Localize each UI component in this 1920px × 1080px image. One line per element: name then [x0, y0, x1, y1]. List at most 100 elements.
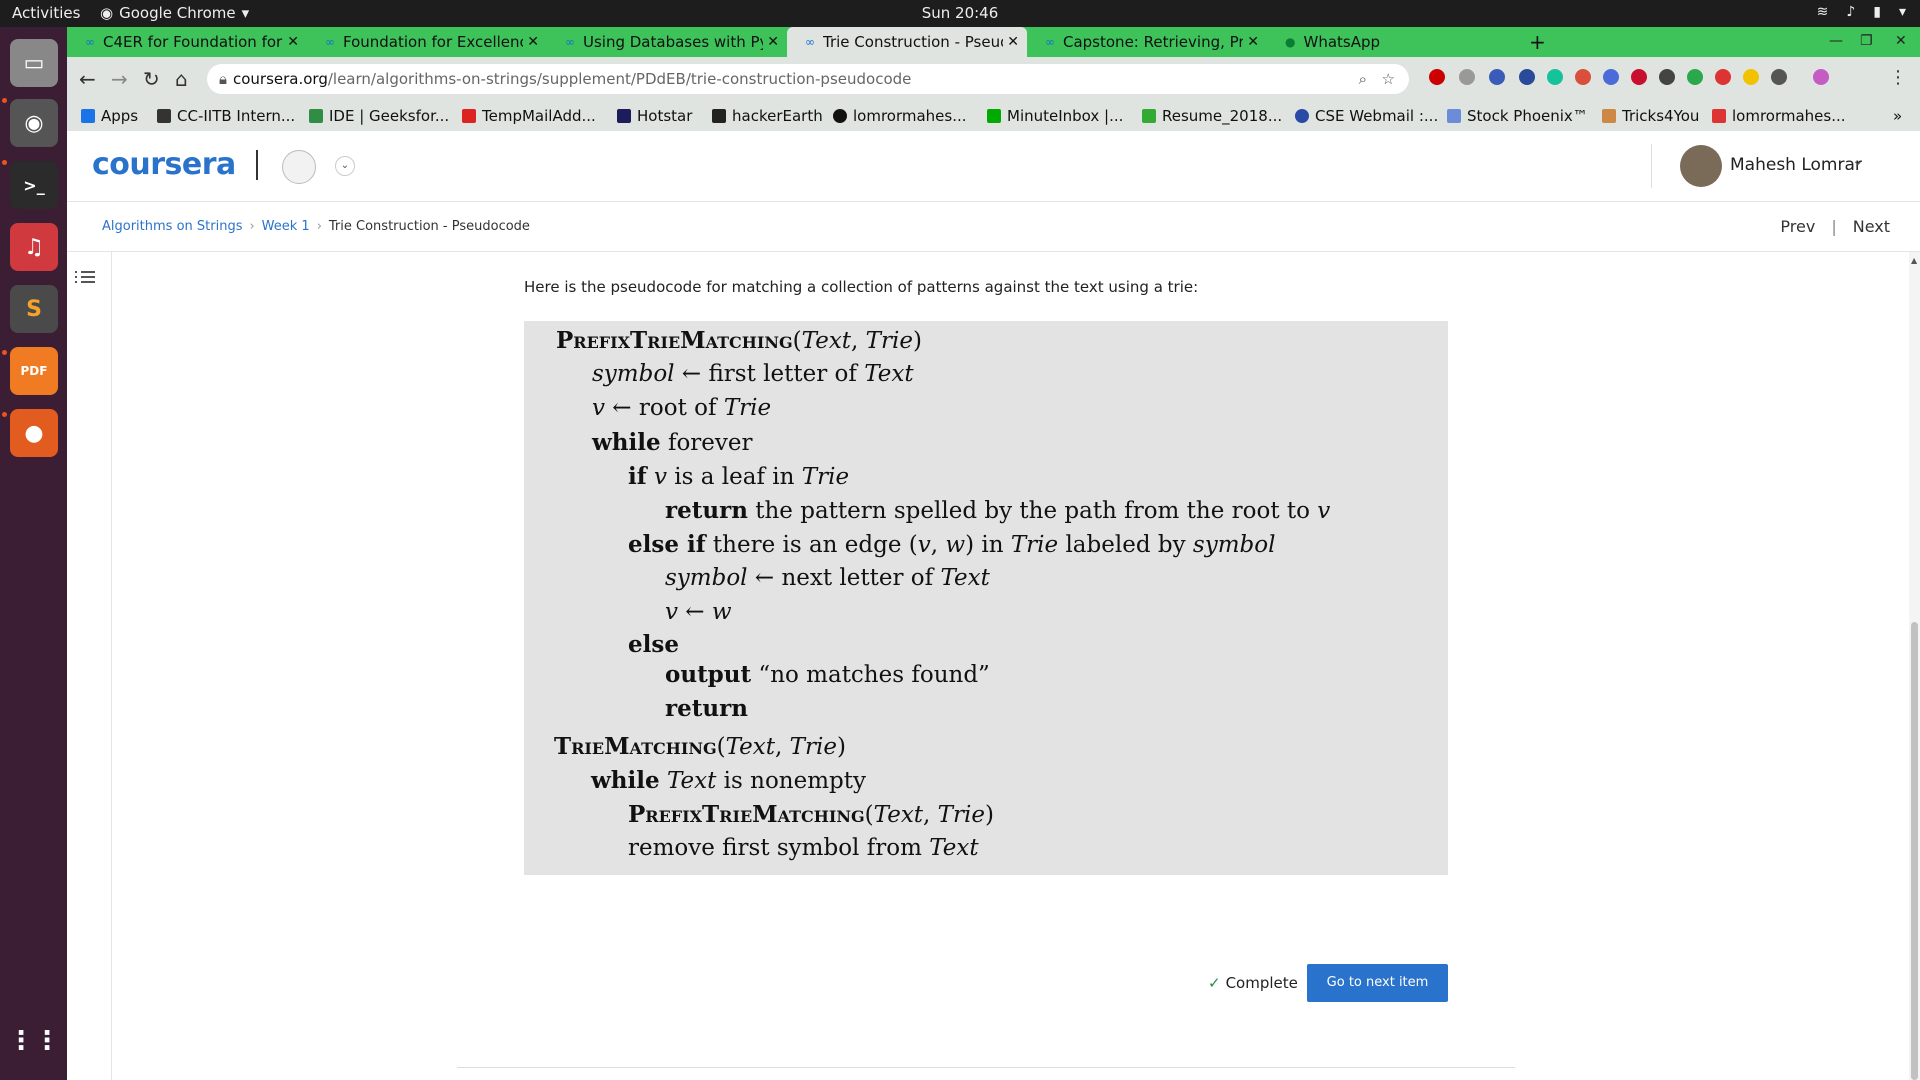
chrome-icon[interactable]: ◉: [10, 99, 58, 147]
extension-icon[interactable]: [1631, 69, 1647, 85]
extension-icon[interactable]: [1547, 69, 1563, 85]
scrollbar[interactable]: ▲: [1909, 252, 1920, 1080]
extension-icon[interactable]: [1659, 69, 1675, 85]
pdf-viewer-icon[interactable]: PDF: [10, 347, 58, 395]
bookmark-label: TempMailAdd...: [482, 107, 596, 125]
bookmark-item[interactable]: MinuteInbox |...: [987, 107, 1123, 125]
scrollbar-thumb[interactable]: [1911, 622, 1918, 1080]
extension-icon[interactable]: [1519, 69, 1535, 85]
menu-kebab-icon[interactable]: ⋮: [1889, 67, 1907, 88]
sublime-text-icon[interactable]: S: [10, 285, 58, 333]
group-icon[interactable]: [282, 150, 316, 184]
bookmark-label: lomrormahes...: [853, 107, 967, 125]
intro-paragraph: Here is the pseudocode for matching a co…: [524, 278, 1199, 296]
new-tab-button[interactable]: +: [1517, 27, 1557, 57]
bookmark-item[interactable]: Stock Phoenix™: [1447, 107, 1588, 125]
restore-icon[interactable]: ❐: [1860, 33, 1873, 49]
tab-trie-construction[interactable]: ∞ Trie Construction - Pseudo ✕: [787, 27, 1027, 57]
address-bar[interactable]: 🔒︎ coursera.org/learn/algorithms-on-strin…: [207, 64, 1409, 94]
bookmark-item[interactable]: Resume_2018...: [1142, 107, 1282, 125]
tab-capstone[interactable]: ∞ Capstone: Retrieving, Pro ✕: [1027, 27, 1267, 57]
user-name[interactable]: Mahesh Lomrar: [1730, 155, 1862, 175]
bookmark-item[interactable]: Hotstar: [617, 107, 692, 125]
bookmark-label: MinuteInbox |...: [1007, 107, 1124, 125]
next-link[interactable]: Next: [1853, 217, 1890, 236]
extension-icon[interactable]: [1575, 69, 1591, 85]
extension-icon[interactable]: [1715, 69, 1731, 85]
zoom-icon[interactable]: ⌕: [1359, 64, 1367, 94]
avatar[interactable]: [1680, 145, 1722, 187]
tab-foundation[interactable]: ∞ Foundation for Excellenc ✕: [307, 27, 547, 57]
pseudocode-image: PrefixTrieMatching(Text, Trie) symbol ← …: [524, 321, 1448, 875]
wifi-icon: ≋: [1816, 4, 1829, 20]
extension-icon[interactable]: [1771, 69, 1787, 85]
extension-icon[interactable]: [1429, 69, 1445, 85]
bookmark-item[interactable]: lomrormahes...: [833, 107, 967, 125]
bookmarks-overflow-icon[interactable]: »: [1893, 107, 1902, 125]
toolbar: ← → ↻ ⌂ 🔒︎ coursera.org/learn/algorithms-…: [67, 57, 1920, 101]
system-tray[interactable]: ≋ ♪ ▮ ▾: [1817, 4, 1906, 20]
divider: [67, 251, 1920, 252]
bookmark-label: Resume_2018...: [1162, 107, 1283, 125]
page-content: coursera ⌄ Mahesh Lomrar ⌄ Algorithms on…: [67, 131, 1920, 1080]
back-icon[interactable]: ←: [79, 67, 96, 91]
breadcrumb-course[interactable]: Algorithms on Strings: [102, 219, 242, 234]
divider: [256, 150, 258, 180]
scroll-up-icon[interactable]: ▲: [1911, 256, 1917, 265]
close-icon[interactable]: ✕: [1247, 34, 1259, 50]
home-icon[interactable]: ⌂: [175, 67, 188, 91]
coursera-favicon-icon: ∞: [1045, 35, 1055, 49]
terminal-icon[interactable]: >_: [10, 161, 58, 209]
bookmark-label: IDE | Geeksfor...: [329, 107, 450, 125]
extension-icon[interactable]: [1743, 69, 1759, 85]
bookmark-favicon-icon: [157, 109, 171, 123]
bookmark-label: hackerEarth: [732, 107, 823, 125]
bookmark-item[interactable]: Tricks4You: [1602, 107, 1699, 125]
files-icon[interactable]: ▭: [10, 39, 58, 87]
breadcrumb-week[interactable]: Week 1: [262, 219, 310, 234]
music-player-icon[interactable]: ♫: [10, 223, 58, 271]
minimize-icon[interactable]: —: [1829, 33, 1843, 49]
tab-databases[interactable]: ∞ Using Databases with Pyt ✕: [547, 27, 787, 57]
close-icon[interactable]: ✕: [767, 34, 779, 50]
reload-icon[interactable]: ↻: [143, 67, 160, 91]
profile-avatar[interactable]: [1813, 69, 1829, 85]
bookmark-item[interactable]: TempMailAdd...: [462, 107, 596, 125]
close-icon[interactable]: ✕: [527, 34, 539, 50]
prev-link[interactable]: Prev: [1780, 217, 1815, 236]
bookmark-favicon-icon: [1142, 109, 1156, 123]
extension-icon[interactable]: [1489, 69, 1505, 85]
extension-icon[interactable]: [1687, 69, 1703, 85]
bookmark-apps[interactable]: Apps: [81, 107, 138, 125]
close-icon[interactable]: ✕: [1007, 34, 1019, 50]
check-icon: ✓: [1208, 974, 1221, 992]
bookmark-item[interactable]: lomrormahes...: [1712, 107, 1846, 125]
bookmark-item[interactable]: IDE | Geeksfor...: [309, 107, 449, 125]
outline-list-icon[interactable]: [75, 268, 95, 286]
complete-status: ✓ Complete: [1208, 974, 1298, 992]
close-icon[interactable]: ✕: [287, 34, 299, 50]
coursera-logo[interactable]: coursera: [92, 147, 236, 182]
close-window-icon[interactable]: ✕: [1895, 33, 1907, 49]
bookmark-label: Tricks4You: [1622, 107, 1700, 125]
bookmark-item[interactable]: CC-IITB Intern...: [157, 107, 295, 125]
bookmark-item[interactable]: CSE Webmail :...: [1295, 107, 1438, 125]
tab-c4er[interactable]: ∞ C4ER for Foundation for E ✕: [67, 27, 307, 57]
github-icon: [833, 109, 847, 123]
chevron-down-icon: ▾: [1898, 4, 1906, 20]
forward-icon[interactable]: →: [111, 67, 128, 91]
chevron-down-icon[interactable]: ⌄: [1852, 153, 1864, 169]
firefox-icon[interactable]: ●: [10, 409, 58, 457]
tab-whatsapp[interactable]: ● WhatsApp: [1267, 27, 1507, 57]
show-applications-icon[interactable]: ⋮⋮: [8, 1017, 60, 1065]
tab-strip: ∞ C4ER for Foundation for E ✕ ∞ Foundati…: [67, 27, 1920, 57]
clock[interactable]: Sun 20:46: [0, 4, 1920, 22]
apps-grid-icon: [81, 109, 95, 123]
bookmark-item[interactable]: hackerEarth: [712, 107, 823, 125]
extension-icon[interactable]: [1459, 69, 1475, 85]
extension-icon[interactable]: [1603, 69, 1619, 85]
go-to-next-item-button[interactable]: Go to next item: [1307, 964, 1448, 1002]
chevron-down-icon[interactable]: ⌄: [335, 156, 355, 176]
bookmark-star-icon[interactable]: ☆: [1382, 64, 1395, 94]
bookmarks-bar: Apps CC-IITB Intern... IDE | Geeksfor...…: [67, 101, 1920, 131]
